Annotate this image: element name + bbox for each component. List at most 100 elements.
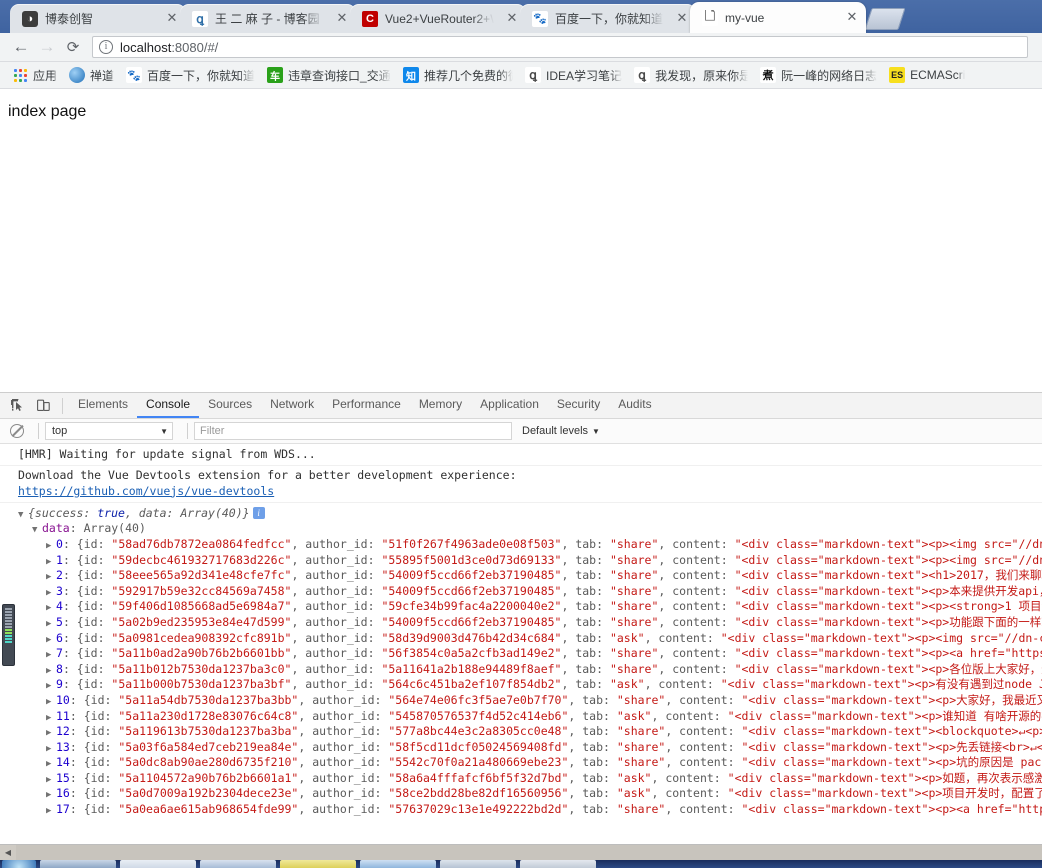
devtools-tab-audits[interactable]: Audits [609,393,660,418]
execution-context-select[interactable]: top ▼ [45,422,173,440]
browser-tab-3[interactable]: 🐾 百度一下，你就知道 ✕ [520,4,696,33]
array-item-row[interactable]: ▶8: {id: "5a11b012b7530da1237ba3c0", aut… [18,662,1042,678]
tab-close-button[interactable]: ✕ [164,11,180,27]
array-item-row[interactable]: ▶12: {id: "5a119613b7530da1237ba3ba", au… [18,724,1042,740]
bookmark-baidu[interactable]: 🐾 百度一下，你就知道 [120,65,261,86]
console-horizontal-scrollbar[interactable]: ◀ [0,844,1042,860]
row-author-id-value: "57637029c13e1e492222bd2d" [388,802,568,816]
console-filter-input[interactable]: Filter [194,422,512,440]
url-path: :8080/#/ [171,40,218,55]
array-item-row[interactable]: ▶10: {id: "5a11a54db7530da1237ba3bb", au… [18,693,1042,709]
levels-label: Default levels [522,425,588,437]
array-item-row[interactable]: ▶9: {id: "5a11b000b7530da1237ba3bf", aut… [18,677,1042,693]
bookmark-idea-notes[interactable]: ꝗ IDEA学习笔记 [519,65,628,86]
scrollbar-track[interactable] [16,845,1042,860]
content-key: , content: [651,709,727,723]
object-root-line[interactable]: ▼{success: true, data: Array(40)}i [18,506,1042,522]
array-item-row[interactable]: ▶17: {id: "5a0ea6ae615ab968654fde99", au… [18,802,1042,818]
array-item-row[interactable]: ▶1: {id: "59decbc461932717683d226c", aut… [18,553,1042,569]
array-item-row[interactable]: ▶3: {id: "592917b59e32cc84569a7458", aut… [18,584,1042,600]
taskbar-item-7[interactable] [520,860,596,868]
devtools-tab-network[interactable]: Network [261,393,323,418]
array-item-row[interactable]: ▶14: {id: "5a0dc8ab90ae280d6735f210", au… [18,755,1042,771]
browser-tab-1[interactable]: ꝗ 王 二 麻 子 - 博客园 ✕ [180,4,356,33]
reload-icon[interactable]: ⟳ [60,34,86,60]
array-item-row[interactable]: ▶11: {id: "5a11a230d1728e83076c64c8", au… [18,709,1042,725]
array-item-row[interactable]: ▶0: {id: "58ad76db7872ea0864fedfcc", aut… [18,537,1042,553]
devtools-tab-console[interactable]: Console [137,393,199,418]
devtools-tab-elements[interactable]: Elements [69,393,137,418]
bookmark-zhihu[interactable]: 知 推荐几个免费的微信 [397,65,519,86]
bookmark-ecmascript[interactable]: ES ECMAScri [883,65,971,85]
forward-icon[interactable]: → [34,34,60,60]
row-id-value: "592917b59e32cc84569a7458" [111,584,291,598]
tab-key: , tab: [568,724,616,738]
id-key: {id: [84,724,119,738]
row-id-value: "5a11a54db7530da1237ba3bb" [118,693,298,707]
inspect-element-icon[interactable] [4,394,30,418]
bookmark-ruanyifeng[interactable]: 煮 阮一峰的网络日志 [754,65,883,86]
tab-close-button[interactable]: ✕ [844,10,860,26]
devtools-tab-performance[interactable]: Performance [323,393,410,418]
taskbar-item-5[interactable] [360,860,436,868]
log-levels-select[interactable]: Default levels ▼ [522,425,600,437]
author-id-key: , author_id: [291,537,381,551]
devtools-tab-security[interactable]: Security [548,393,609,418]
row-index: 1 [56,553,63,567]
tab-key: , tab: [561,599,609,613]
devtools-tab-sources[interactable]: Sources [199,393,261,418]
tab-key: , tab: [561,553,609,567]
bookmark-discovery[interactable]: ꝗ 我发现，原来你是这样 [628,65,754,86]
browser-tab-4[interactable]: 🗋 my-vue ✕ [690,2,866,33]
taskbar-item-2[interactable] [120,860,196,868]
taskbar-item-6[interactable] [440,860,516,868]
array-item-row[interactable]: ▶2: {id: "58eee565a92d341e48cfe7fc", aut… [18,568,1042,584]
array-item-row[interactable]: ▶7: {id: "5a11b0ad2a90b76b2b6601bb", aut… [18,646,1042,662]
device-toolbar-icon[interactable] [30,394,56,418]
bookmark-apps[interactable]: 应用 [6,65,63,86]
bookmark-weizhang[interactable]: 车 违章查询接口_交通违 [261,65,397,86]
row-index: 15 [56,771,70,785]
browser-tab-0[interactable]: ◑ 博泰创智 ✕ [10,4,186,33]
expand-arrow-icon[interactable]: ▼ [18,508,28,524]
array-item-row[interactable]: ▶4: {id: "59f406d1085668ad5e6984a7", aut… [18,599,1042,615]
address-bar[interactable]: i localhost:8080/#/ [92,36,1028,58]
devtools-tab-memory[interactable]: Memory [410,393,471,418]
array-item-row[interactable]: ▶13: {id: "5a03f6a584ed7ceb219ea84e", au… [18,740,1042,756]
tab-close-button[interactable]: ✕ [504,11,520,27]
clear-console-icon[interactable] [10,424,24,438]
row-author-id-value: "54009f5ccd66f2eb37190485" [381,568,561,582]
info-badge-icon[interactable]: i [253,507,265,519]
taskbar-item-1[interactable] [40,860,116,868]
expand-arrow-icon[interactable]: ▼ [32,523,42,539]
array-item-row[interactable]: ▶5: {id: "5a02b9ed235953e84e47d599", aut… [18,615,1042,631]
browser-tab-2[interactable]: C Vue2+VueRouter2+We ✕ [350,4,526,33]
tab-close-button[interactable]: ✕ [674,11,690,27]
bookmark-zentao[interactable]: 禅道 [63,65,120,86]
tab-key: , tab: [568,802,616,816]
tab-close-button[interactable]: ✕ [334,11,350,27]
expand-arrow-icon[interactable]: ▶ [46,804,56,820]
array-item-row[interactable]: ▶16: {id: "5a0d7009a192b2304dece23e", au… [18,786,1042,802]
console-object-tree[interactable]: ▼{success: true, data: Array(40)}i ▼data… [0,503,1042,818]
vue-devtools-link[interactable]: https://github.com/vuejs/vue-devtools [18,484,274,498]
taskbar-start-button[interactable] [2,860,36,868]
scroll-left-arrow-icon[interactable]: ◀ [0,845,16,860]
new-tab-button[interactable] [864,8,905,30]
floating-side-widget[interactable] [2,604,15,666]
author-id-key: , author_id: [298,709,388,723]
tab-title: Vue2+VueRouter2+We [385,12,494,26]
car-green-icon: 车 [267,67,283,83]
row-colon: : [70,740,84,754]
console-output[interactable]: [HMR] Waiting for update signal from WDS… [0,444,1042,844]
taskbar-item-4[interactable] [280,860,356,868]
array-item-row[interactable]: ▶15: {id: "5a1104572a90b76b2b6601a1", au… [18,771,1042,787]
taskbar-item-3[interactable] [200,860,276,868]
array-item-row[interactable]: ▶6: {id: "5a0981cedea908392cfc891b", aut… [18,631,1042,647]
back-icon[interactable]: ← [8,34,34,60]
site-info-icon[interactable]: i [99,40,113,54]
baidu-icon: 🐾 [532,11,548,27]
data-property-line[interactable]: ▼data: Array(40) [18,521,1042,537]
devtools-tab-application[interactable]: Application [471,393,548,418]
array-summary: Array(40) [180,506,242,520]
